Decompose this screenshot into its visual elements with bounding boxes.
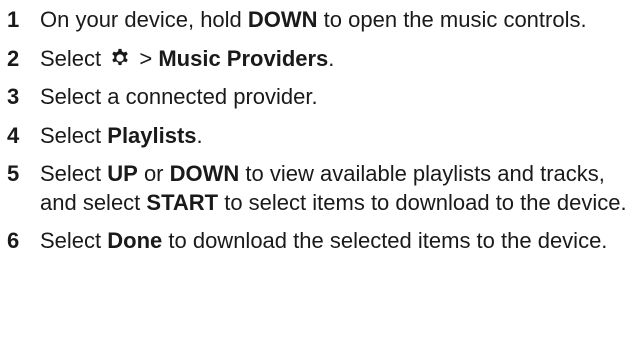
- step-number: 3: [7, 84, 20, 109]
- gear-icon: [112, 48, 129, 65]
- step-number: 6: [7, 228, 20, 253]
- step-4: 4 Select Playlists.: [0, 122, 644, 151]
- button-name-up: UP: [107, 161, 138, 186]
- step-number: 1: [7, 7, 20, 32]
- step-text: to open the music controls.: [317, 7, 587, 32]
- button-name-down: DOWN: [247, 7, 318, 32]
- step-text: Select: [40, 228, 108, 253]
- step-text: Select: [40, 122, 108, 148]
- step-text: .: [328, 45, 335, 71]
- step-6: 6 Select Done to download the selected i…: [0, 227, 644, 256]
- button-name-down: DOWN: [169, 161, 240, 186]
- step-number: 5: [7, 161, 20, 186]
- instruction-steps: 1 On your device, hold DOWN to open the …: [0, 6, 644, 266]
- menu-name-done: Done: [107, 228, 163, 253]
- step-text: to select items to download to the devic…: [218, 189, 627, 215]
- step-text: >: [133, 45, 159, 71]
- step-text: Select: [40, 45, 108, 71]
- button-name-start: START: [146, 189, 219, 215]
- step-5: 5 Select UP or DOWN to view available pl…: [0, 160, 644, 217]
- step-1: 1 On your device, hold DOWN to open the …: [0, 6, 644, 35]
- menu-name-music-providers: Music Providers: [158, 45, 329, 71]
- step-text: Select a connected provider.: [40, 84, 318, 109]
- step-number: 4: [7, 122, 20, 148]
- step-text: to download the selected items to the de…: [162, 228, 608, 253]
- step-3: 3 Select a connected provider.: [0, 83, 644, 112]
- step-2: 2 Select > Music Providers.: [0, 45, 644, 74]
- step-text: Select: [40, 161, 108, 186]
- step-text: or: [137, 161, 170, 186]
- step-number: 2: [7, 45, 20, 71]
- step-text: .: [196, 122, 203, 148]
- step-text: On your device, hold: [40, 7, 248, 32]
- menu-name-playlists: Playlists: [107, 122, 197, 148]
